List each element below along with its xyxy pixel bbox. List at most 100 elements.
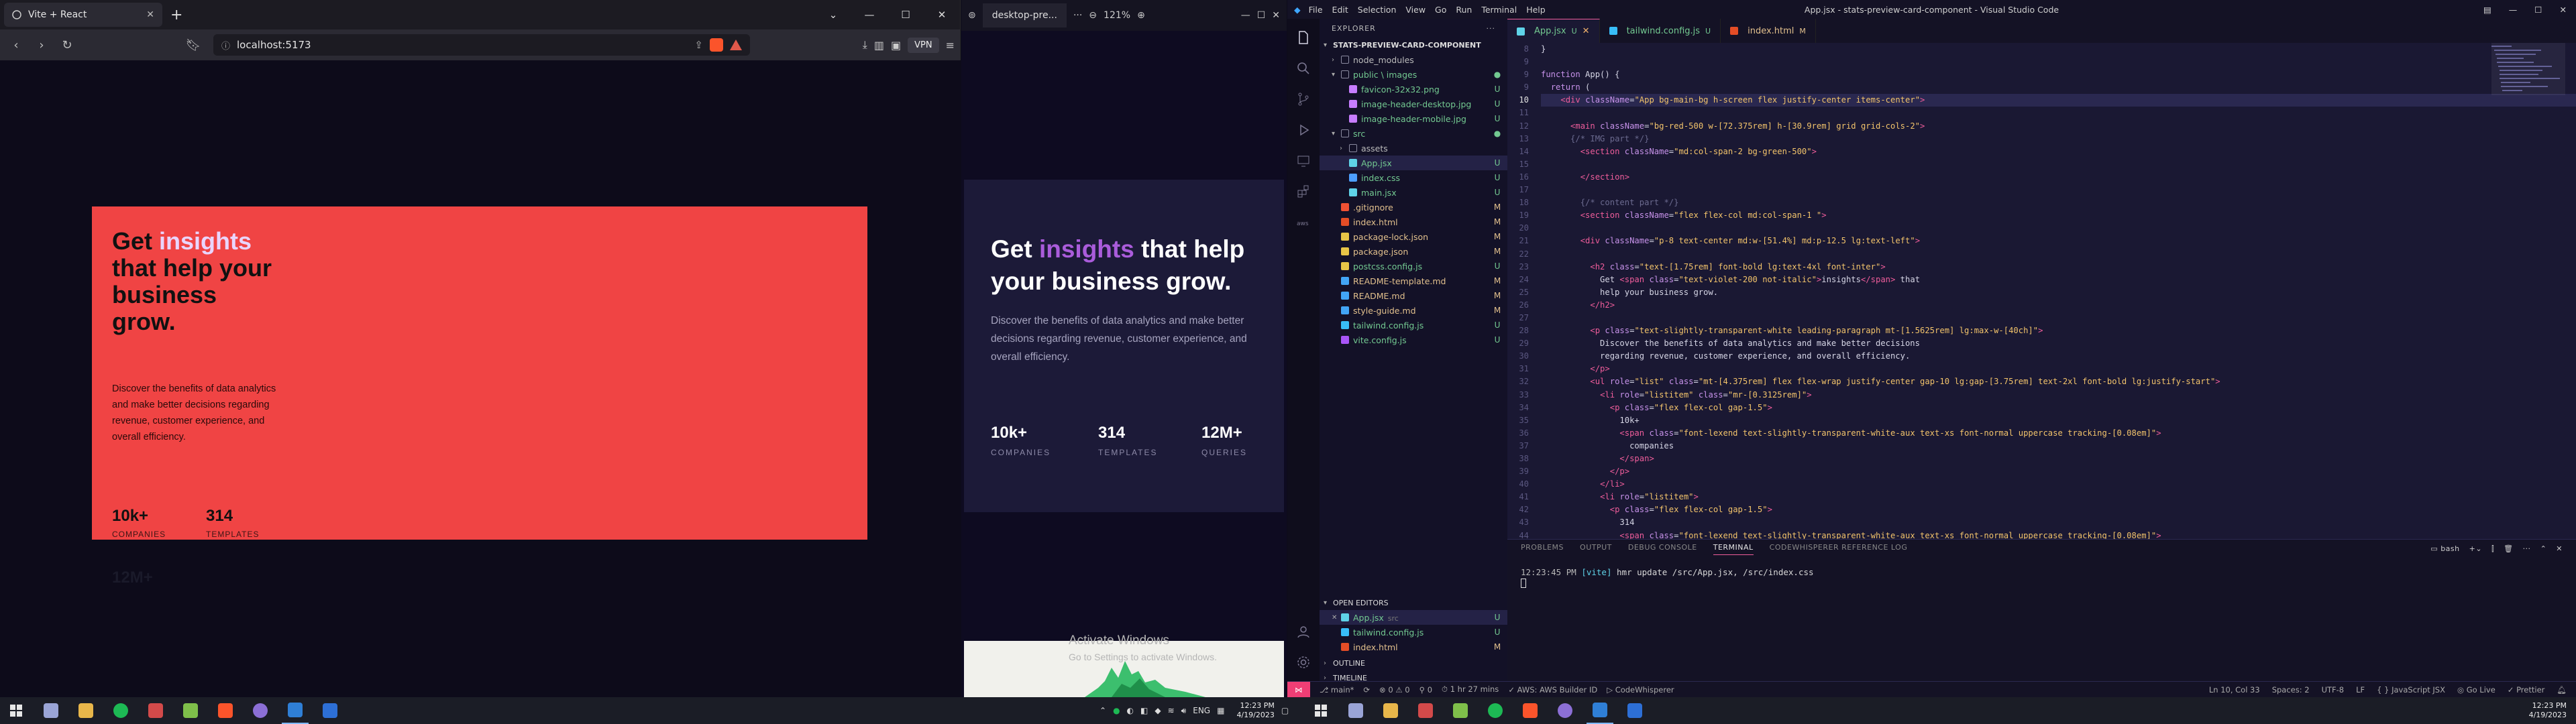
panel-tab-codewhisperer-reference-log[interactable]: CODEWHISPERER REFERENCE LOG	[1770, 543, 1908, 555]
menu-item-go[interactable]: Go	[1435, 5, 1446, 15]
tree-item[interactable]: index.css U	[1320, 170, 1507, 185]
time-tracker[interactable]: ⏱ 1 hr 27 mins	[1442, 684, 1499, 695]
info-icon[interactable]: ⓘ	[221, 39, 230, 52]
spotify-icon[interactable]	[107, 697, 134, 724]
tree-item[interactable]: main.jsx U	[1320, 185, 1507, 200]
minimize-button[interactable]: —	[1241, 10, 1250, 21]
go-live-button[interactable]: ◎ Go Live	[2457, 685, 2496, 695]
more-icon[interactable]: ···	[1073, 10, 1082, 21]
minimize-button[interactable]: —	[2509, 5, 2518, 15]
sync-icon[interactable]: ⟳	[1363, 685, 1370, 695]
tree-item[interactable]: package-lock.json M	[1320, 229, 1507, 244]
tree-item[interactable]: favicon-32x32.png U	[1320, 82, 1507, 97]
close-tab-icon[interactable]: ✕	[1582, 26, 1590, 36]
maximize-panel-icon[interactable]: ⌃	[2540, 544, 2547, 554]
start-button[interactable]	[1307, 697, 1334, 724]
minimize-button[interactable]: —	[851, 0, 888, 29]
remote-icon[interactable]: ⋈	[1287, 681, 1310, 698]
panel-tab-debug-console[interactable]: DEBUG CONSOLE	[1628, 543, 1697, 555]
taskbar-app-icon[interactable]	[1621, 697, 1648, 724]
run-debug-icon[interactable]	[1295, 122, 1311, 138]
tree-item[interactable]: › node_modules	[1320, 52, 1507, 67]
tree-item[interactable]: image-header-desktop.jpg U	[1320, 97, 1507, 111]
language-indicator[interactable]: ENG	[1193, 706, 1210, 715]
end-of-line[interactable]: LF	[2356, 685, 2365, 695]
tree-item[interactable]: style-guide.md M	[1320, 303, 1507, 318]
source-control-icon[interactable]	[1295, 91, 1311, 107]
maximize-button[interactable]: ☐	[1257, 10, 1266, 21]
browser-tab[interactable]: Vite + React ✕	[4, 3, 162, 27]
open-editor-item[interactable]: tailwind.config.js U	[1320, 625, 1507, 640]
layout-icon[interactable]: ▤	[2483, 5, 2491, 15]
brave-icon[interactable]	[212, 697, 239, 724]
volume-icon[interactable]: 🔊︎	[1181, 706, 1187, 716]
share-icon[interactable]: ⇪	[694, 39, 703, 51]
chevron-up-icon[interactable]: ⌃	[1099, 706, 1106, 715]
panel-tab-output[interactable]: OUTPUT	[1580, 543, 1612, 555]
tree-item[interactable]: ▾ src ●	[1320, 126, 1507, 141]
open-editors-header[interactable]: ▾ OPEN EDITORS	[1320, 595, 1507, 610]
git-branch[interactable]: ⎇ main*	[1320, 685, 1354, 695]
tree-item[interactable]: README.md M	[1320, 288, 1507, 303]
more-actions-icon[interactable]: ···	[2523, 544, 2531, 554]
back-button[interactable]: ‹	[5, 34, 27, 56]
panel-tab-terminal[interactable]: TERMINAL	[1713, 543, 1754, 555]
new-tab-button[interactable]: +	[170, 7, 186, 23]
start-button[interactable]	[3, 697, 30, 724]
add-terminal-icon[interactable]: +⌄	[2469, 544, 2482, 554]
taskbar-app-icon[interactable]	[142, 697, 169, 724]
close-window-button[interactable]: ✕	[1272, 10, 1280, 21]
address-bar[interactable]: ⓘ localhost:5173 ⇪	[213, 34, 750, 56]
close-panel-icon[interactable]: ✕	[2556, 544, 2563, 554]
forward-button[interactable]: ›	[31, 34, 52, 56]
tree-item[interactable]: vite.config.js U	[1320, 333, 1507, 347]
terminal-output[interactable]: 12:23:45 PM [vite] hmr update /src/App.j…	[1507, 558, 2576, 599]
maximize-button[interactable]: ☐	[2534, 5, 2542, 15]
explorer-icon[interactable]	[1295, 29, 1311, 46]
menu-item-help[interactable]: Help	[1526, 5, 1546, 15]
project-root[interactable]: ▾ STATS-PREVIEW-CARD-COMPONENT	[1320, 38, 1507, 52]
editor-tab[interactable]: tailwind.config.js U	[1600, 19, 1721, 43]
file-explorer-icon[interactable]	[72, 697, 99, 724]
account-icon[interactable]	[1295, 623, 1311, 640]
taskbar-app-icon[interactable]	[1342, 697, 1369, 724]
menu-item-edit[interactable]: Edit	[1332, 5, 1348, 15]
close-tab-icon[interactable]: ✕	[146, 9, 154, 20]
prettier-status[interactable]: ✓ Prettier	[2508, 685, 2545, 695]
terminal-shell-label[interactable]: ▭ bash	[2430, 544, 2459, 554]
menu-item-terminal[interactable]: Terminal	[1481, 5, 1517, 15]
notifications-icon[interactable]: ▢	[1281, 706, 1289, 715]
minimap[interactable]	[2491, 43, 2565, 177]
remote-explorer-icon[interactable]	[1295, 153, 1311, 169]
extensions-icon[interactable]	[1295, 184, 1311, 200]
clock[interactable]: 12:23 PM 4/19/2023	[1236, 701, 1274, 720]
tree-item[interactable]: README-template.md M	[1320, 274, 1507, 288]
menu-item-file[interactable]: File	[1309, 5, 1323, 15]
tree-item[interactable]: App.jsx U	[1320, 156, 1507, 170]
indentation[interactable]: Spaces: 2	[2272, 685, 2310, 695]
cursor-position[interactable]: Ln 10, Col 33	[2209, 685, 2260, 695]
spotify-icon[interactable]	[1482, 697, 1509, 724]
menu-icon[interactable]: ≡	[946, 39, 955, 52]
tree-item[interactable]: tailwind.config.js U	[1320, 318, 1507, 333]
reload-button[interactable]: ↻	[56, 34, 78, 56]
bookmark-icon[interactable]: 🔖︎	[182, 34, 204, 56]
tree-item[interactable]: index.html M	[1320, 215, 1507, 229]
close-window-button[interactable]: ✕	[924, 0, 960, 29]
wallet-icon[interactable]: ▣	[891, 39, 901, 52]
close-icon[interactable]: ✕	[1332, 614, 1341, 621]
tray-app-icon[interactable]: ▦	[1217, 706, 1224, 715]
tray-app-icon[interactable]: ◆	[1155, 706, 1161, 715]
more-actions-icon[interactable]: ···	[1487, 24, 1496, 33]
brave-icon[interactable]	[1517, 697, 1544, 724]
tree-item[interactable]: › assets	[1320, 141, 1507, 156]
notifications-icon[interactable]: 🔔︎	[2557, 685, 2567, 695]
tree-item[interactable]: image-header-mobile.jpg U	[1320, 111, 1507, 126]
aws-icon[interactable]: aws	[1295, 215, 1311, 231]
open-editor-item[interactable]: ✕ App.jsx src U	[1320, 610, 1507, 625]
taskbar-app-icon[interactable]	[38, 697, 64, 724]
tree-item[interactable]: package.json M	[1320, 244, 1507, 259]
sidebar-icon[interactable]: ▥	[874, 39, 884, 52]
editor-tab[interactable]: index.html M	[1721, 19, 1816, 43]
aws-status[interactable]: ✓ AWS: AWS Builder ID	[1508, 685, 1597, 695]
